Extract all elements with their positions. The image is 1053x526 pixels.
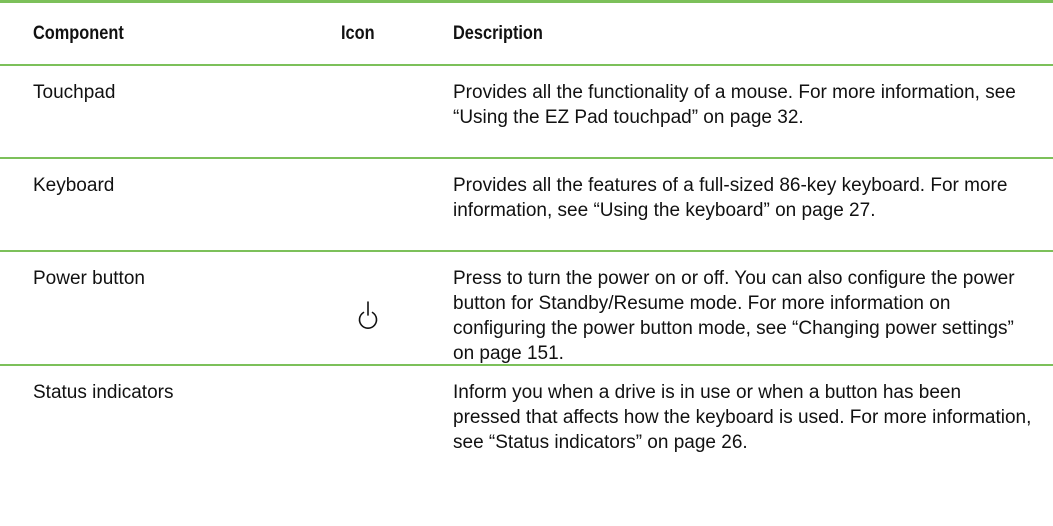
- table-row: Touchpad Provides all the functionality …: [0, 66, 1053, 159]
- component-description: Provides all the features of a full-size…: [453, 175, 1008, 221]
- component-description: Inform you when a drive is in use or whe…: [453, 382, 1032, 453]
- header-component: Component: [33, 23, 124, 44]
- component-name: Status indicators: [33, 382, 174, 403]
- icon-cell: [341, 173, 411, 264]
- icon-cell: [341, 80, 411, 171]
- component-description: Provides all the functionality of a mous…: [453, 82, 1016, 128]
- component-name: Touchpad: [33, 82, 116, 103]
- power-icon: [357, 300, 379, 337]
- table-row: Power button Press to turn the power on …: [0, 252, 1053, 366]
- icon-cell: [341, 266, 411, 378]
- component-name: Keyboard: [33, 175, 115, 196]
- component-name: Power button: [33, 268, 145, 289]
- component-table: Component Icon Description Touchpad Prov…: [0, 0, 1053, 461]
- header-description: Description: [453, 23, 543, 44]
- icon-cell: [341, 380, 411, 475]
- table-header-row: Component Icon Description: [0, 3, 1053, 66]
- component-description: Press to turn the power on or off. You c…: [453, 268, 1015, 364]
- header-icon: Icon: [341, 23, 375, 44]
- table-row: Status indicators Inform you when a driv…: [0, 366, 1053, 461]
- table-row: Keyboard Provides all the features of a …: [0, 159, 1053, 252]
